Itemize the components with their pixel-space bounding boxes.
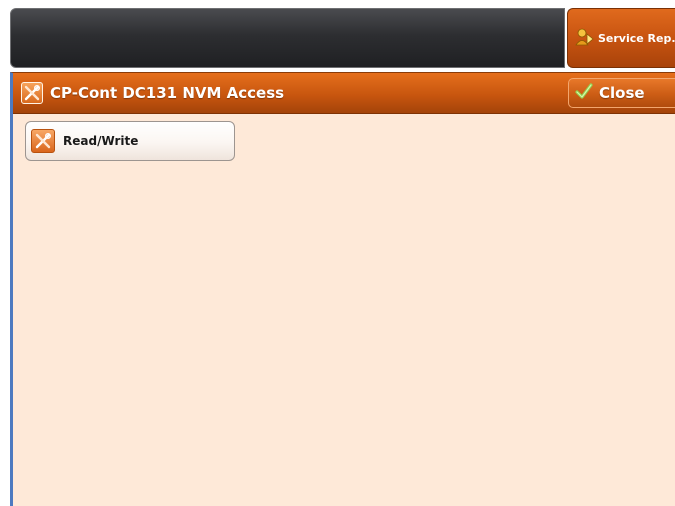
nvm-access-window: CP-Cont DC131 NVM Access Close Read/Writ… bbox=[10, 72, 675, 506]
window-title-bar: CP-Cont DC131 NVM Access Close bbox=[13, 73, 675, 114]
close-button[interactable]: Close bbox=[568, 78, 675, 108]
tools-icon bbox=[21, 82, 43, 104]
read-write-label: Read/Write bbox=[63, 134, 139, 148]
window-title: CP-Cont DC131 NVM Access bbox=[50, 84, 285, 102]
service-rep-icon bbox=[574, 28, 594, 49]
service-rep-label: Service Rep. bbox=[598, 31, 675, 45]
close-label: Close bbox=[599, 84, 645, 102]
tools-icon bbox=[31, 129, 55, 153]
checkmark-icon bbox=[575, 83, 593, 103]
top-status-bar bbox=[10, 8, 565, 68]
service-rep-tab[interactable]: Service Rep. bbox=[567, 8, 675, 68]
read-write-button[interactable]: Read/Write bbox=[25, 121, 235, 161]
